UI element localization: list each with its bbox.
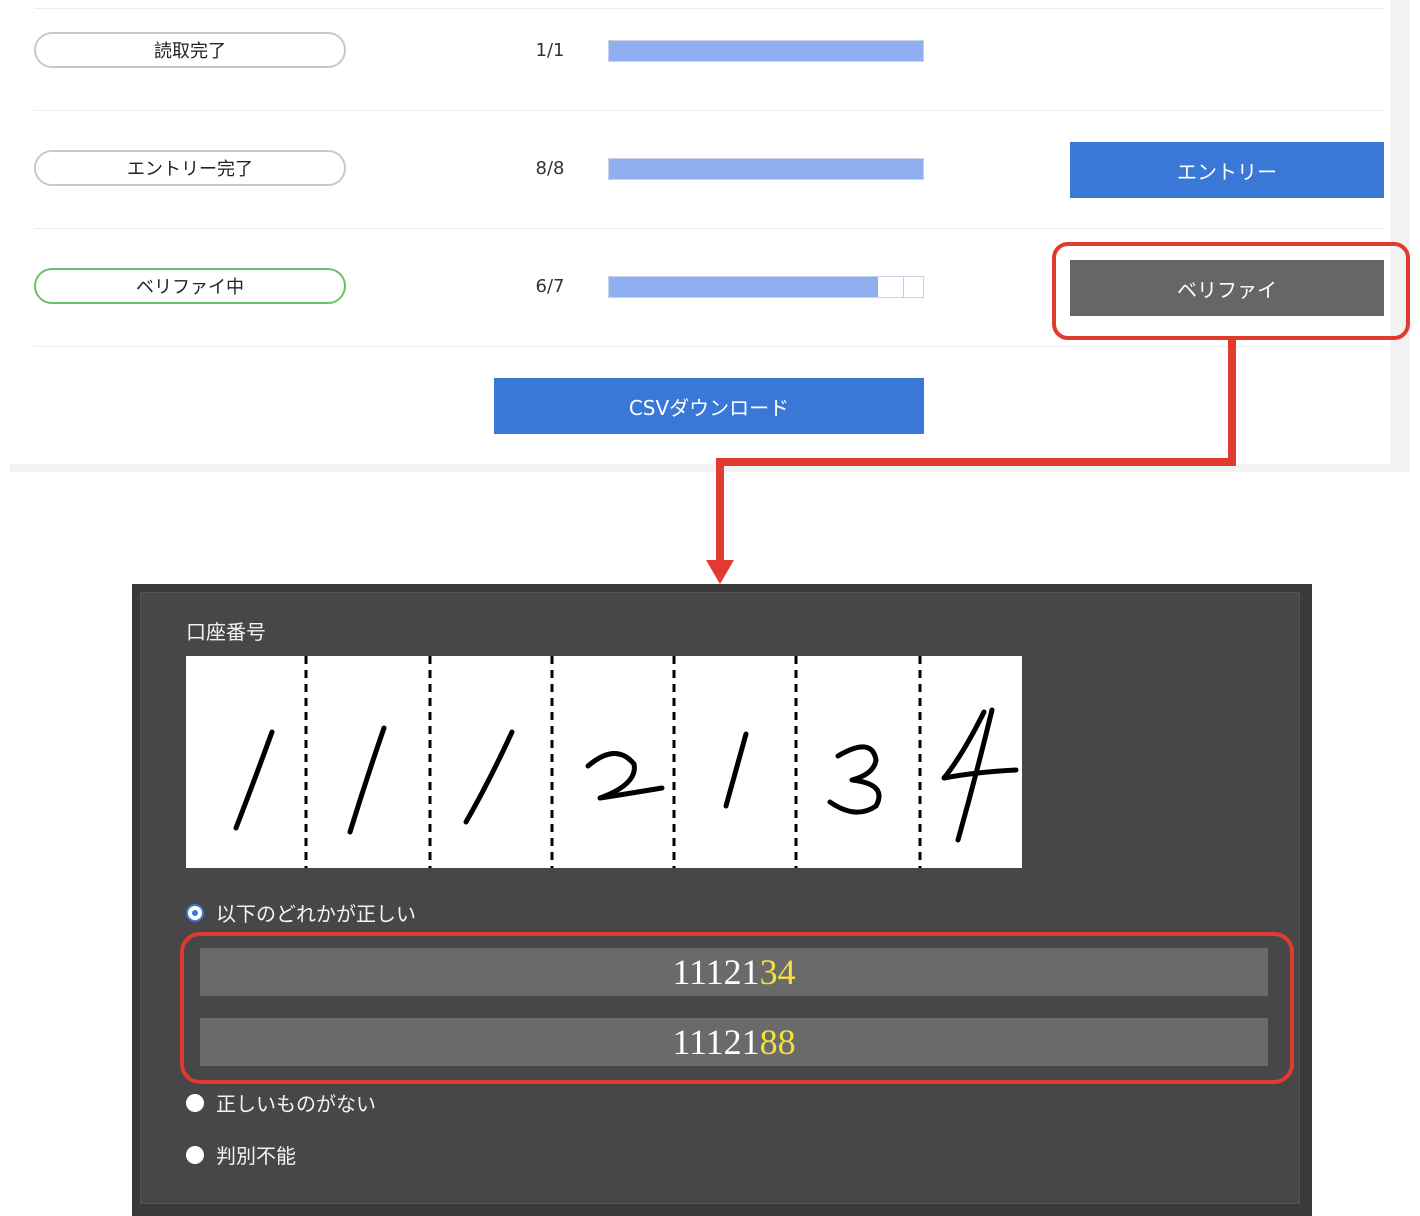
option-undeterminable[interactable]: 判別不能 bbox=[186, 1140, 296, 1169]
entry-button[interactable]: エントリー bbox=[1070, 142, 1384, 198]
status-pill-entry-complete: エントリー完了 bbox=[34, 150, 346, 186]
option-none-correct[interactable]: 正しいものがない bbox=[186, 1088, 376, 1117]
progress-tick bbox=[903, 277, 905, 297]
radio-icon[interactable] bbox=[186, 1093, 204, 1112]
annotation-connector bbox=[716, 458, 1236, 466]
annotation-connector bbox=[716, 458, 724, 562]
csv-download-button[interactable]: CSVダウンロード bbox=[494, 378, 924, 434]
progress-bar bbox=[608, 158, 924, 180]
progress-bar-fill bbox=[609, 41, 923, 61]
handwritten-digits-drawing bbox=[233, 656, 1019, 868]
radio-checked-icon[interactable] bbox=[186, 903, 204, 922]
annotation-connector bbox=[1228, 338, 1236, 466]
status-pill-verifying: ベリファイ中 bbox=[34, 268, 346, 304]
progress-count: 8/8 bbox=[535, 158, 565, 179]
progress-bar-fill bbox=[609, 277, 879, 297]
progress-count: 1/1 bbox=[535, 40, 565, 61]
field-label: 口座番号 bbox=[186, 620, 266, 644]
radio-icon[interactable] bbox=[186, 1145, 204, 1164]
handwritten-digits-image bbox=[186, 656, 1022, 868]
progress-bar bbox=[608, 276, 924, 298]
status-pill-read-complete: 読取完了 bbox=[34, 32, 346, 68]
arrow-down-icon bbox=[706, 560, 734, 584]
row-divider bbox=[34, 8, 1384, 9]
row-divider bbox=[34, 228, 1384, 229]
row-divider bbox=[34, 346, 1384, 347]
option-one-correct[interactable]: 以下のどれかが正しい bbox=[186, 898, 416, 927]
option-label: 以下のどれかが正しい bbox=[216, 902, 416, 926]
option-label: 正しいものがない bbox=[216, 1092, 376, 1116]
row-divider bbox=[34, 110, 1384, 111]
progress-count: 6/7 bbox=[535, 276, 565, 297]
option-label: 判別不能 bbox=[216, 1144, 296, 1168]
progress-bar-fill bbox=[609, 159, 923, 179]
annotation-highlight-frame bbox=[1052, 242, 1410, 340]
annotation-candidates-frame bbox=[180, 932, 1294, 1084]
progress-bar bbox=[608, 40, 924, 62]
